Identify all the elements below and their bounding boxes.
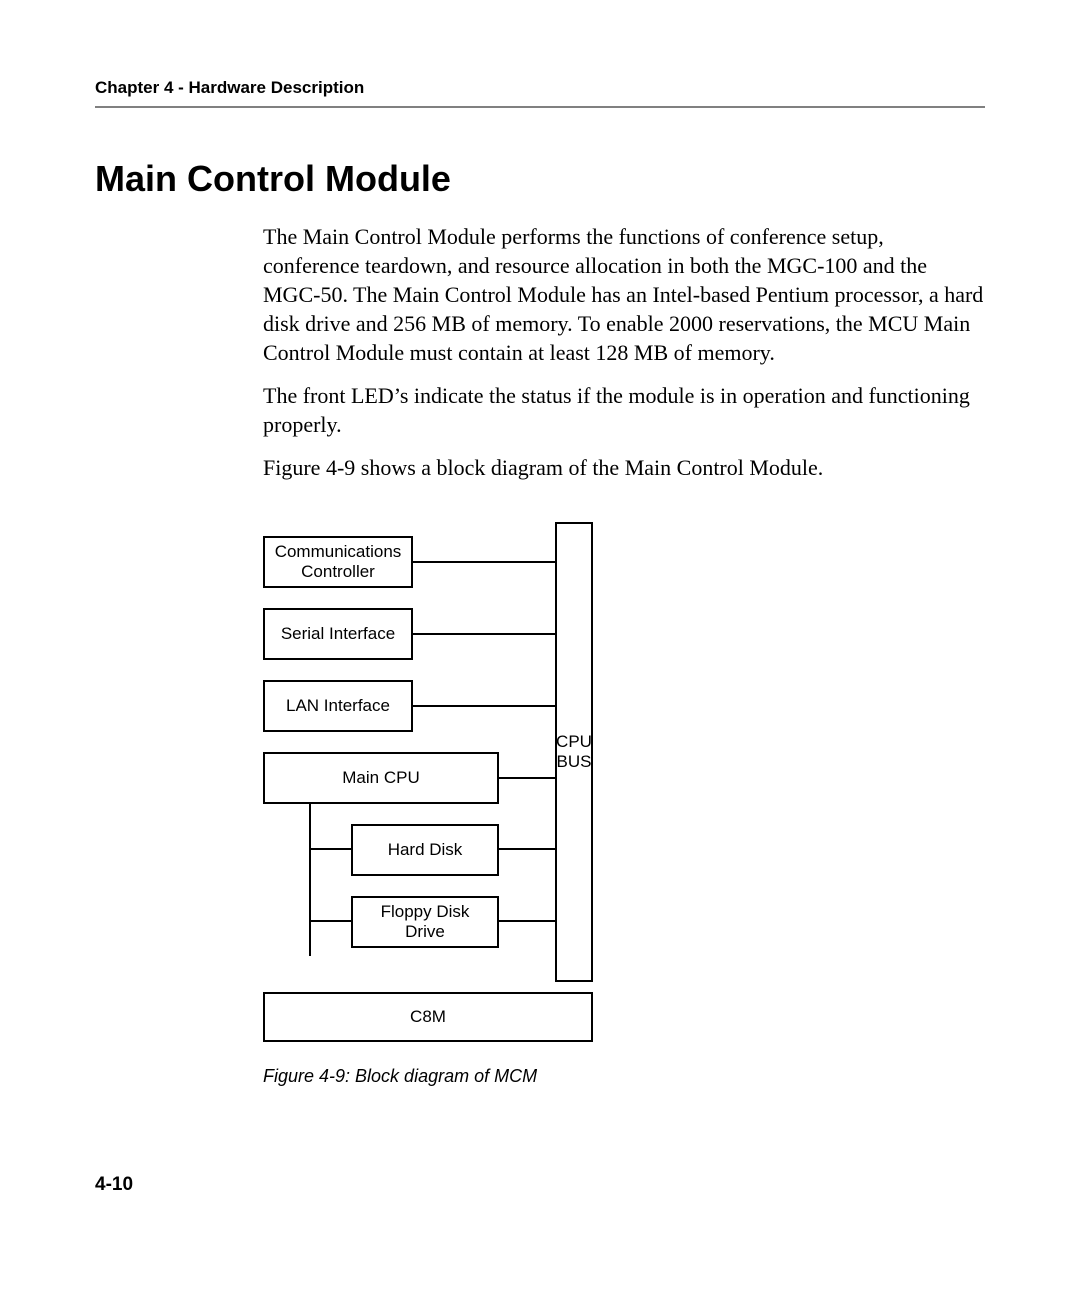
cpu-bus-label: CPU BUS bbox=[556, 732, 592, 773]
connector-comm-to-bus bbox=[413, 561, 555, 563]
box-serial-interface: Serial Interface bbox=[263, 608, 413, 660]
connector-lan-to-bus bbox=[413, 705, 555, 707]
paragraph-3: Figure 4-9 shows a block diagram of the … bbox=[263, 453, 985, 482]
figure-block: CPU BUS Communications Controller Serial… bbox=[263, 522, 593, 1087]
cpu-bus-bar: CPU BUS bbox=[555, 522, 593, 982]
figure-caption: Figure 4-9: Block diagram of MCM bbox=[263, 1066, 593, 1087]
label-main-cpu: Main CPU bbox=[342, 768, 419, 788]
page-number: 4-10 bbox=[95, 1174, 133, 1196]
connector-cpu-to-bus bbox=[499, 777, 555, 779]
connector-cpu-vertical bbox=[309, 804, 311, 956]
box-floppy-disk-drive: Floppy Disk Drive bbox=[351, 896, 499, 948]
body-column: The Main Control Module performs the fun… bbox=[263, 222, 985, 482]
block-diagram: CPU BUS Communications Controller Serial… bbox=[263, 522, 593, 1042]
label-hard-disk: Hard Disk bbox=[388, 840, 463, 860]
label-c8m: C8M bbox=[410, 1007, 446, 1027]
label-floppy-disk-drive: Floppy Disk Drive bbox=[359, 902, 491, 943]
connector-to-hard-disk bbox=[309, 848, 351, 850]
connector-to-floppy bbox=[309, 920, 351, 922]
section-title: Main Control Module bbox=[95, 158, 985, 200]
cpu-bus-text-1: CPU BUS bbox=[556, 732, 592, 771]
label-serial-interface: Serial Interface bbox=[281, 624, 395, 644]
box-lan-interface: LAN Interface bbox=[263, 680, 413, 732]
box-c8m: C8M bbox=[263, 992, 593, 1042]
paragraph-1: The Main Control Module performs the fun… bbox=[263, 222, 985, 367]
header-rule bbox=[95, 106, 985, 108]
box-main-cpu: Main CPU bbox=[263, 752, 499, 804]
connector-hd-to-bus bbox=[499, 848, 555, 850]
connector-fd-to-bus bbox=[499, 920, 555, 922]
connector-serial-to-bus bbox=[413, 633, 555, 635]
label-lan-interface: LAN Interface bbox=[286, 696, 390, 716]
box-hard-disk: Hard Disk bbox=[351, 824, 499, 876]
paragraph-2: The front LED’s indicate the status if t… bbox=[263, 381, 985, 439]
label-communications-controller: Communications Controller bbox=[271, 542, 405, 583]
box-communications-controller: Communications Controller bbox=[263, 536, 413, 588]
chapter-header: Chapter 4 - Hardware Description bbox=[95, 78, 985, 98]
